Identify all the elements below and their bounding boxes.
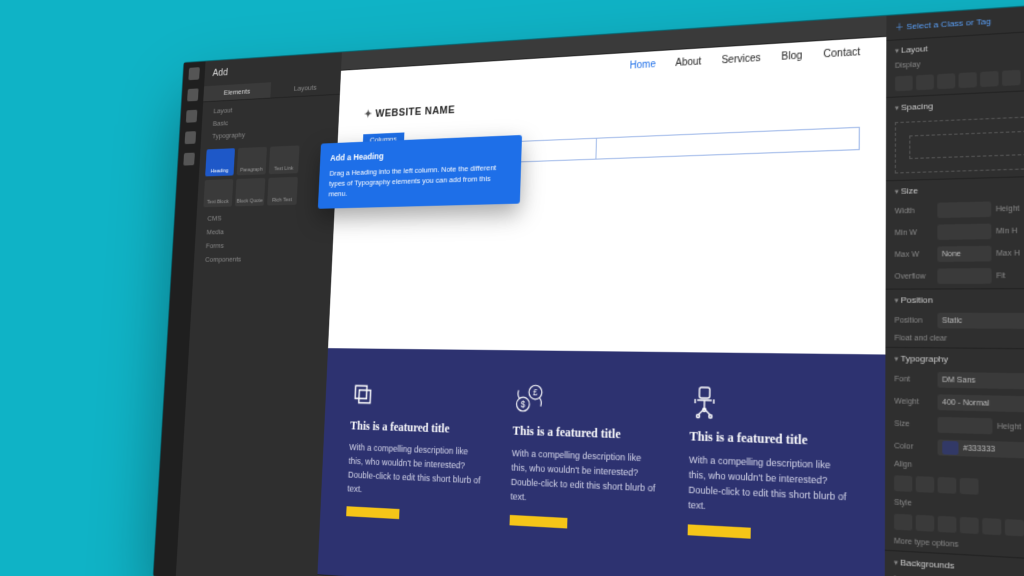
section-typography: Typography FontDM Sans Weight400 - Norma…	[885, 348, 1024, 564]
nav-about[interactable]: About	[675, 56, 701, 69]
section-size: Size WidthHeight Min WMin H Max WNoneMax…	[886, 175, 1024, 290]
tile-block-quote[interactable]: Block Quote	[235, 178, 265, 206]
minw-input[interactable]	[937, 224, 991, 240]
display-block-icon[interactable]	[895, 76, 913, 92]
align-right-icon[interactable]	[938, 477, 957, 494]
fontsize-input[interactable]	[938, 417, 993, 434]
font-select[interactable]: DM Sans	[938, 372, 1024, 391]
feature-button[interactable]	[346, 506, 399, 519]
tile-text-link[interactable]: Text Link	[269, 145, 300, 174]
features-section[interactable]: This is a featured title With a compelli…	[317, 348, 886, 576]
cat-layout[interactable]: Layout	[213, 100, 339, 115]
canvas-top-toolbar	[341, 16, 886, 71]
decoration-strike-icon[interactable]	[960, 517, 979, 534]
style-regular-icon[interactable]	[894, 514, 912, 531]
decoration-underline-icon[interactable]	[982, 518, 1001, 535]
text-color-swatch[interactable]	[942, 441, 958, 455]
section-position: Position PositionStatic Float and clear	[885, 289, 1024, 350]
decoration-none-icon[interactable]	[938, 516, 957, 533]
maxw-input[interactable]: None	[937, 246, 991, 262]
feature-title[interactable]: This is a featured title	[512, 423, 661, 443]
office-chair-icon	[690, 384, 852, 425]
onboarding-tooltip: Add a Heading Drag a Heading into the le…	[318, 135, 522, 209]
feature-card[interactable]: £$ This is a featured title With a compe…	[507, 381, 662, 576]
nav-home[interactable]: Home	[630, 59, 656, 71]
feature-button[interactable]	[688, 524, 751, 538]
cms-icon[interactable]	[186, 110, 198, 123]
cat-basic[interactable]: Basic	[213, 113, 339, 127]
tile-rich-text[interactable]: Rich Text	[267, 177, 298, 206]
site-brand[interactable]: WEBSITE NAME	[364, 103, 455, 120]
tile-text-block[interactable]: Text Block	[203, 179, 233, 207]
nav-blog[interactable]: Blog	[781, 50, 802, 63]
display-inline-block-icon[interactable]	[959, 72, 977, 88]
pages-icon[interactable]	[187, 88, 199, 101]
width-input[interactable]	[937, 201, 991, 218]
feature-card[interactable]: This is a featured title With a compelli…	[686, 384, 852, 576]
style-italic-icon[interactable]	[916, 515, 934, 532]
svg-text:£: £	[533, 388, 538, 398]
currency-exchange-icon: £$	[513, 381, 662, 420]
tooltip-body: Drag a Heading into the left column. Not…	[328, 163, 496, 198]
feature-title[interactable]: This is a featured title	[350, 419, 487, 438]
cat-components[interactable]: Components	[194, 250, 333, 266]
settings-icon[interactable]	[183, 153, 195, 166]
spacing-box-model[interactable]	[895, 114, 1024, 174]
tile-heading[interactable]: Heading	[205, 148, 235, 176]
copy-icon	[351, 378, 488, 415]
align-left-icon[interactable]	[894, 475, 912, 492]
design-canvas[interactable]: Home About Services Blog Contact WEBSITE…	[317, 16, 887, 576]
position-select[interactable]: Static	[937, 313, 1024, 329]
style-panel: Select a Class or Tag Layout Display Spa…	[885, 1, 1024, 576]
decoration-overline-icon[interactable]	[1005, 519, 1024, 536]
add-icon[interactable]	[188, 67, 199, 80]
cat-typography[interactable]: Typography	[212, 126, 339, 140]
tooltip-title: Add a Heading	[330, 145, 511, 164]
nav-services[interactable]: Services	[721, 53, 760, 66]
feature-card[interactable]: This is a featured title With a compelli…	[343, 378, 488, 576]
display-none-icon[interactable]	[1002, 70, 1021, 86]
svg-text:$: $	[521, 400, 526, 410]
display-flex-icon[interactable]	[916, 74, 934, 90]
display-inline-icon[interactable]	[980, 71, 998, 87]
feature-desc[interactable]: With a compelling description like this,…	[347, 441, 486, 503]
text-color-input[interactable]: #333333	[938, 440, 1024, 461]
tile-paragraph[interactable]: Paragraph	[237, 147, 267, 175]
display-grid-icon[interactable]	[937, 73, 955, 89]
section-spacing: Spacing	[886, 88, 1024, 182]
add-elements-panel: Add Elements Layouts Layout Basic Typogr…	[176, 52, 342, 576]
feature-button[interactable]	[510, 515, 568, 529]
nav-contact[interactable]: Contact	[823, 47, 860, 61]
align-center-icon[interactable]	[916, 476, 934, 493]
column-right[interactable]	[596, 127, 860, 160]
feature-title[interactable]: This is a featured title	[689, 429, 851, 451]
app-window: Add Elements Layouts Layout Basic Typogr…	[154, 1, 1024, 576]
assets-icon[interactable]	[185, 131, 197, 144]
feature-desc[interactable]: With a compelling description like this,…	[688, 453, 851, 521]
weight-select[interactable]: 400 - Normal	[938, 394, 1024, 414]
align-justify-icon[interactable]	[960, 478, 979, 495]
overflow-input[interactable]	[937, 268, 991, 284]
feature-desc[interactable]: With a compelling description like this,…	[510, 447, 660, 512]
